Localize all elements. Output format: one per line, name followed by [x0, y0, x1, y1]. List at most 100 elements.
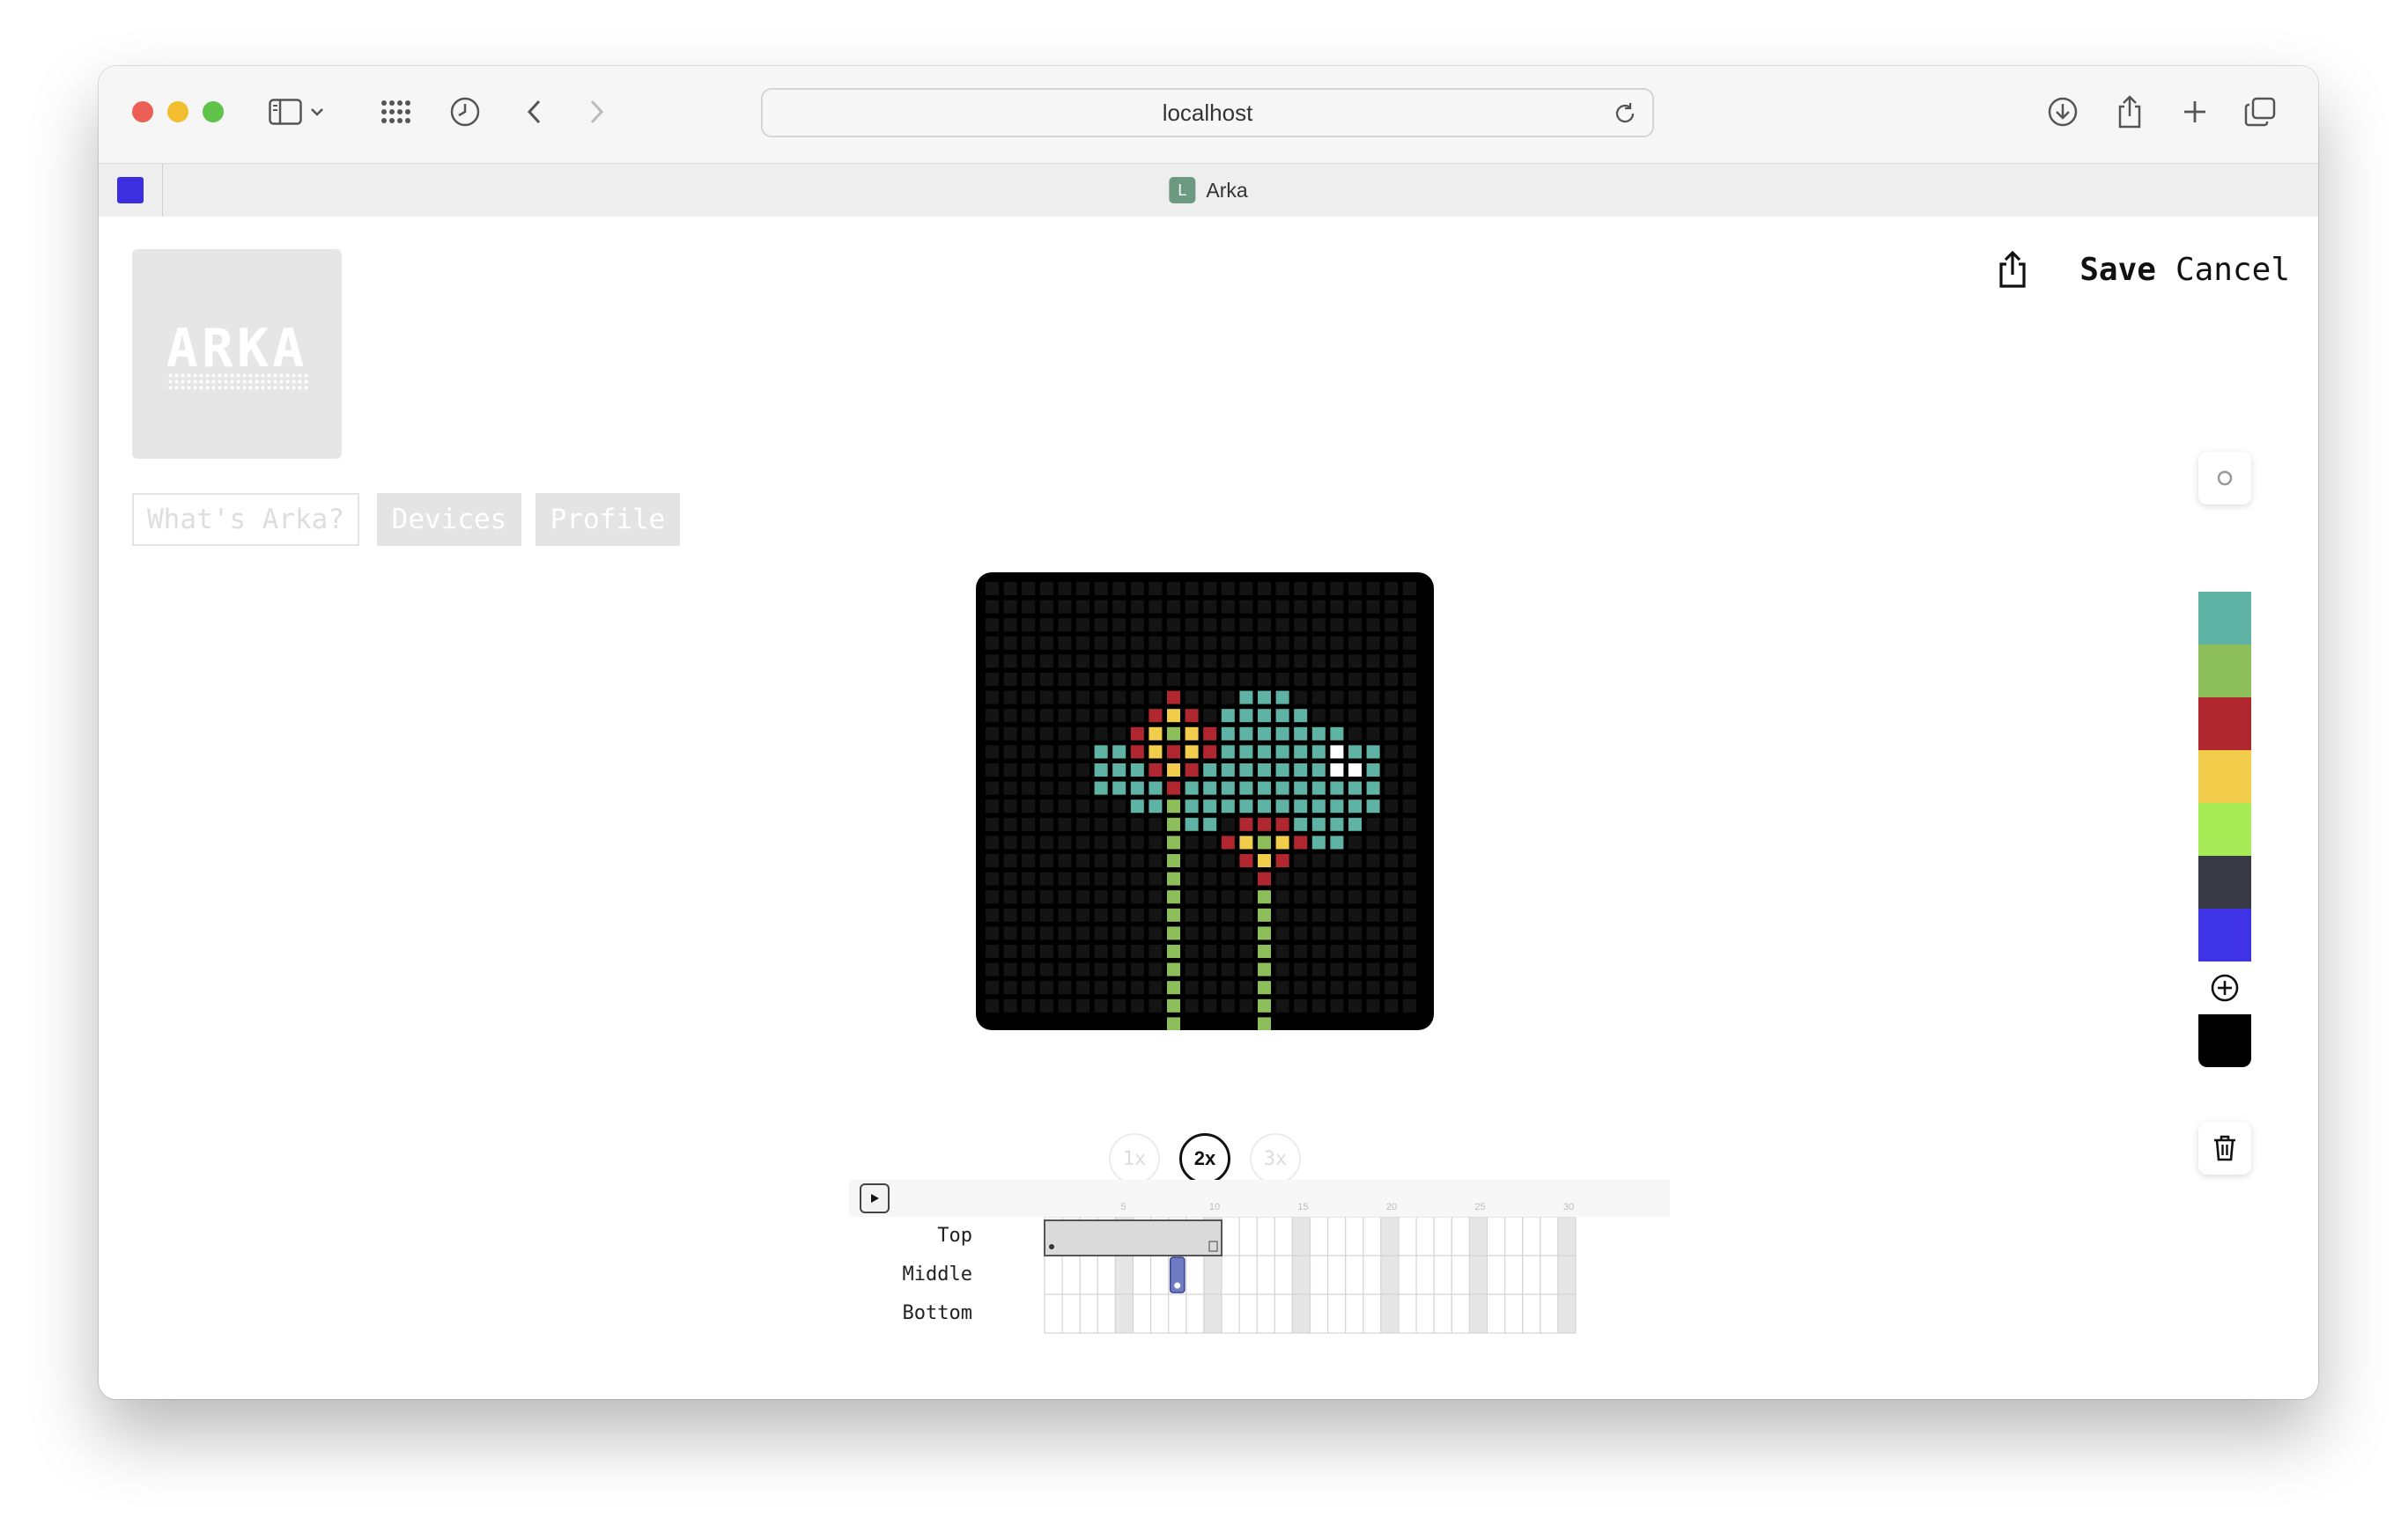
- led-pixel-lit[interactable]: [1130, 763, 1144, 777]
- led-pixel[interactable]: [1003, 945, 1017, 958]
- led-pixel[interactable]: [1022, 600, 1036, 614]
- led-pixel[interactable]: [1258, 673, 1271, 686]
- history-icon[interactable]: [447, 94, 483, 129]
- led-pixel[interactable]: [1366, 726, 1380, 740]
- led-pixel[interactable]: [1330, 890, 1344, 904]
- led-pixel[interactable]: [1402, 745, 1416, 759]
- led-pixel-lit[interactable]: [1167, 1017, 1180, 1031]
- timeline-cell[interactable]: [1433, 1217, 1452, 1334]
- led-pixel[interactable]: [986, 981, 999, 995]
- led-pixel[interactable]: [1221, 654, 1235, 668]
- led-pixel-lit[interactable]: [1294, 726, 1308, 740]
- led-pixel[interactable]: [1348, 926, 1362, 940]
- led-pixel[interactable]: [1185, 673, 1199, 686]
- led-pixel-lit[interactable]: [1258, 926, 1271, 940]
- led-pixel[interactable]: [1366, 962, 1380, 976]
- led-pixel[interactable]: [1039, 745, 1053, 759]
- timeline-grid[interactable]: [849, 1217, 1670, 1352]
- led-pixel-lit[interactable]: [1185, 817, 1199, 831]
- led-pixel[interactable]: [1385, 908, 1399, 922]
- led-pixel[interactable]: [1039, 781, 1053, 795]
- led-pixel[interactable]: [1039, 726, 1053, 740]
- led-pixel[interactable]: [1022, 962, 1036, 976]
- led-pixel[interactable]: [1167, 673, 1180, 686]
- led-pixel[interactable]: [1022, 636, 1036, 650]
- led-pixel[interactable]: [1076, 618, 1090, 632]
- led-pixel-lit[interactable]: [1239, 709, 1253, 723]
- led-pixel[interactable]: [1039, 654, 1053, 668]
- led-pixel[interactable]: [1366, 854, 1380, 867]
- led-pixel[interactable]: [1221, 600, 1235, 614]
- led-pixel[interactable]: [1149, 636, 1163, 650]
- led-pixel[interactable]: [1203, 854, 1217, 867]
- led-pixel[interactable]: [1348, 998, 1362, 1013]
- led-pixel[interactable]: [1294, 600, 1308, 614]
- led-pixel[interactable]: [1221, 981, 1235, 995]
- led-pixel[interactable]: [986, 618, 999, 632]
- led-pixel-lit[interactable]: [1112, 781, 1126, 795]
- led-pixel[interactable]: [1039, 890, 1053, 904]
- led-pixel-lit[interactable]: [1112, 763, 1126, 777]
- led-pixel[interactable]: [1185, 690, 1199, 704]
- led-pixel[interactable]: [1203, 926, 1217, 940]
- led-pixel[interactable]: [1149, 890, 1163, 904]
- led-pixel[interactable]: [1112, 636, 1126, 650]
- led-pixel[interactable]: [1348, 962, 1362, 976]
- timeline-cell[interactable]: [1380, 1217, 1400, 1334]
- led-pixel[interactable]: [1149, 673, 1163, 686]
- led-pixel[interactable]: [1076, 962, 1090, 976]
- led-pixel[interactable]: [1330, 636, 1344, 650]
- led-pixel[interactable]: [1402, 600, 1416, 614]
- led-pixel-lit[interactable]: [1149, 799, 1163, 814]
- led-pixel-lit[interactable]: [1239, 781, 1253, 795]
- led-pixel[interactable]: [1385, 726, 1399, 740]
- led-pixel[interactable]: [1294, 945, 1308, 958]
- chevron-down-icon[interactable]: [308, 94, 326, 129]
- led-pixel[interactable]: [986, 745, 999, 759]
- led-pixel-lit[interactable]: [1167, 854, 1180, 867]
- led-pixel[interactable]: [1348, 726, 1362, 740]
- led-pixel[interactable]: [1203, 872, 1217, 886]
- timeline-cell[interactable]: [1503, 1217, 1524, 1334]
- led-pixel[interactable]: [1275, 926, 1289, 940]
- led-pixel-lit[interactable]: [1311, 799, 1326, 814]
- led-pixel[interactable]: [1330, 673, 1344, 686]
- led-pixel[interactable]: [1022, 799, 1036, 814]
- led-pixel[interactable]: [1185, 636, 1199, 650]
- show-tabs-icon[interactable]: [2242, 94, 2278, 129]
- led-pixel-lit[interactable]: [1149, 781, 1163, 795]
- led-pixel-lit[interactable]: [1294, 799, 1308, 814]
- led-pixel[interactable]: [1112, 854, 1126, 867]
- arka-logo[interactable]: ARKA: [132, 249, 342, 459]
- led-pixel-lit[interactable]: [1348, 763, 1362, 777]
- led-pixel-lit[interactable]: [1258, 726, 1271, 740]
- led-pixel[interactable]: [1311, 998, 1326, 1013]
- led-pixel[interactable]: [1003, 709, 1017, 723]
- share-icon[interactable]: [2112, 94, 2147, 129]
- led-pixel[interactable]: [986, 709, 999, 723]
- led-pixel[interactable]: [1039, 998, 1053, 1013]
- led-pixel[interactable]: [1294, 890, 1308, 904]
- led-pixel[interactable]: [1112, 654, 1126, 668]
- selected-color-swatch[interactable]: [2198, 1014, 2251, 1067]
- led-pixel[interactable]: [1167, 582, 1180, 595]
- led-pixel[interactable]: [1003, 926, 1017, 940]
- led-pixel[interactable]: [1112, 890, 1126, 904]
- led-pixel[interactable]: [986, 673, 999, 686]
- led-pixel-lit[interactable]: [1167, 962, 1180, 976]
- led-pixel[interactable]: [1402, 908, 1416, 922]
- led-pixel-lit[interactable]: [1330, 817, 1344, 831]
- led-pixel[interactable]: [1185, 854, 1199, 867]
- led-pixel[interactable]: [1221, 945, 1235, 958]
- led-pixel[interactable]: [1402, 654, 1416, 668]
- led-pixel[interactable]: [1203, 981, 1217, 995]
- led-pixel[interactable]: [1022, 745, 1036, 759]
- speed-2x-button[interactable]: 2x: [1179, 1133, 1230, 1184]
- led-pixel[interactable]: [1294, 908, 1308, 922]
- led-pixel[interactable]: [1112, 709, 1126, 723]
- led-pixel[interactable]: [1022, 618, 1036, 632]
- led-pixel[interactable]: [1311, 582, 1326, 595]
- led-pixel[interactable]: [1330, 690, 1344, 704]
- led-pixel[interactable]: [1076, 854, 1090, 867]
- led-pixel[interactable]: [1094, 962, 1108, 976]
